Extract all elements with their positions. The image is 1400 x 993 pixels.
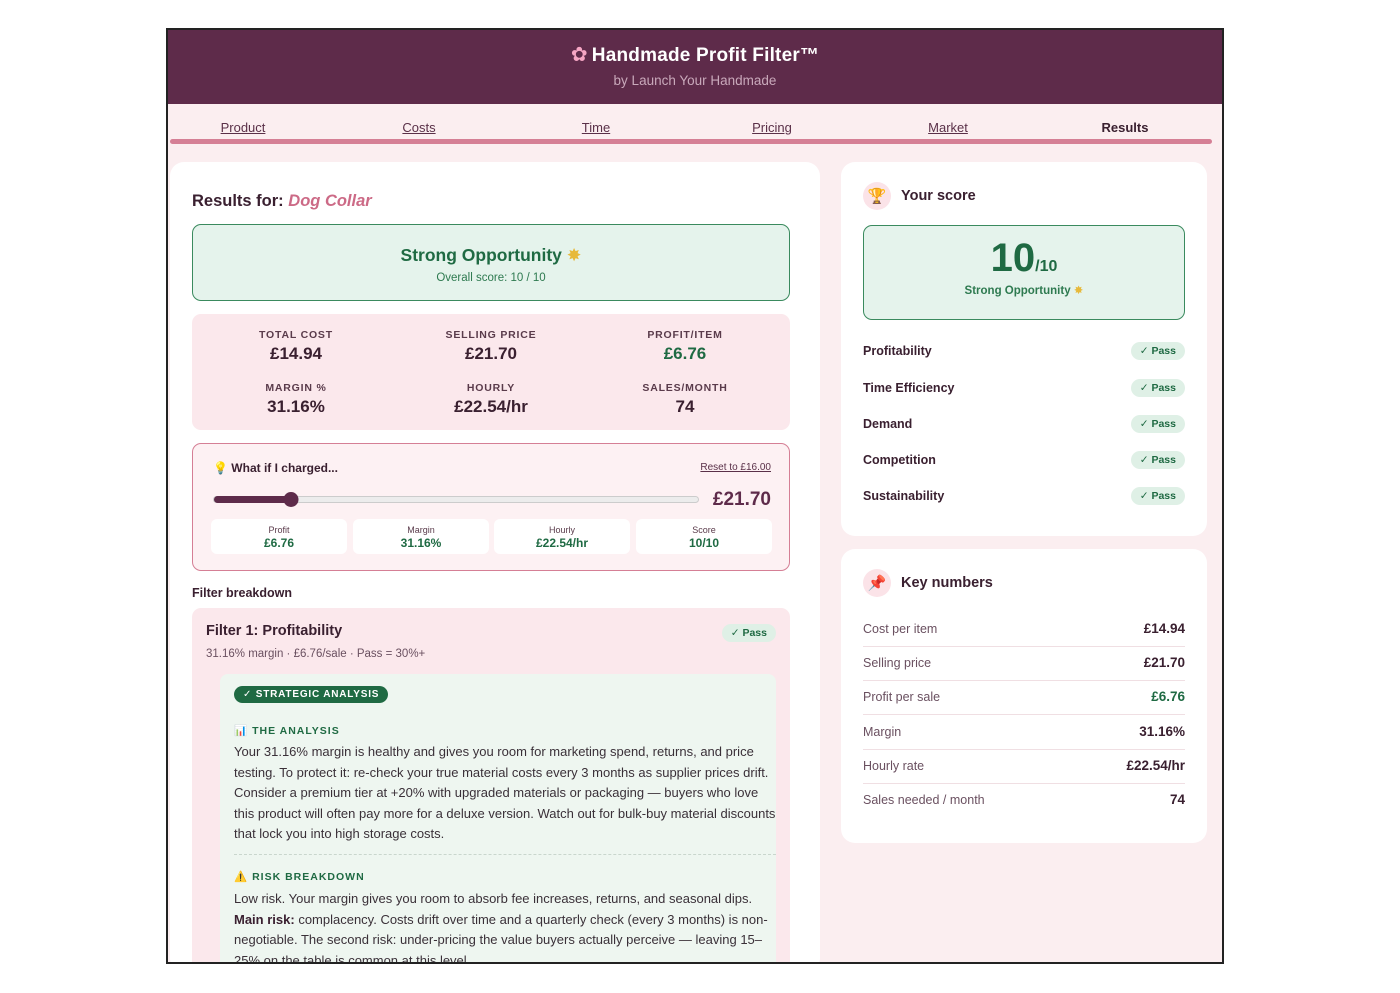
warning-icon: ⚠️ [234,871,249,883]
tab-time[interactable]: Time [582,120,610,135]
score-card: 🏆 Your score 10/10 Strong Opportunity ✸ … [841,162,1207,536]
score-card-heading: 🏆 Your score [863,182,976,210]
risk-text: Low risk. Your margin gives you room to … [234,891,768,964]
stat-margin: MARGIN % 31.16% [265,382,327,416]
stat-selling-price: SELLING PRICE £21.70 [445,329,537,363]
criterion-demand: Demand ✓ Pass [863,415,1185,433]
tab-pricing[interactable]: Pricing [752,120,792,135]
status-badge: ✓ Pass [1130,342,1185,360]
key-number-row: Profit per sale £6.76 [863,681,1185,715]
results-panel: Results for: Dog Collar Strong Opportuni… [170,162,820,962]
criterion-sustainability: Sustainability ✓ Pass [863,487,1185,505]
criterion-time-efficiency: Time Efficiency ✓ Pass [863,379,1185,397]
trophy-icon: 🏆 [863,182,891,210]
stat-hourly: HOURLY £22.54/hr [454,382,528,416]
pushpin-icon: 📌 [863,569,891,597]
filter-card-profitability[interactable]: Filter 1: Profitability ✓ Pass 31.16% ma… [192,608,790,962]
price-slider-fill [214,496,292,503]
score-label: Strong Opportunity ✸ [964,285,1084,297]
what-if-label: 💡 What if I charged... [213,461,338,475]
strategic-analysis: ✓ STRATEGIC ANALYSIS 📊 THE ANALYSIS Your … [220,674,776,962]
risk-heading: ⚠️ RISK BREAKDOWN [234,871,365,883]
lightbulb-icon: 💡 [213,461,228,475]
key-number-row: Cost per item £14.94 [863,613,1185,647]
score-box: 10/10 Strong Opportunity ✸ [863,225,1185,320]
sparkle-icon: ✸ [566,245,582,265]
flower-icon: ✿ [570,44,588,66]
key-numbers-heading: 📌 Key numbers [863,569,993,597]
sparkle-icon: ✸ [1073,285,1084,297]
stat-total-cost: TOTAL COST £14.94 [259,329,333,363]
filter-subtitle: 31.16% margin · £6.76/sale · Pass = 30%+ [206,648,426,660]
filter-title: Filter 1: Profitability [206,623,343,639]
tab-product[interactable]: Product [221,120,266,135]
stat-profit-item: PROFIT/ITEM £6.76 [647,329,723,363]
status-badge: ✓ Pass [1130,415,1185,433]
price-slider-thumb[interactable] [283,492,299,507]
reset-price-link[interactable]: Reset to £16.00 [700,462,771,473]
key-number-row: Selling price £21.70 [863,647,1185,681]
key-number-row: Margin 31.16% [863,716,1185,750]
score-value: 10/10 [990,236,1058,280]
verdict-box: Strong Opportunity ✸ Overall score: 10 /… [192,224,790,301]
tab-market[interactable]: Market [928,120,968,135]
tab-results[interactable]: Results [1102,120,1149,135]
strategic-analysis-badge: ✓ STRATEGIC ANALYSIS [234,686,389,703]
what-if-margin: Margin 31.16% [353,519,489,554]
status-badge: ✓ Pass [1130,487,1185,505]
stats-grid: TOTAL COST £14.94 SELLING PRICE £21.70 P… [192,314,790,430]
app-title: ✿ Handmade Profit Filter™ [570,44,820,66]
step-progress-bar [170,139,1212,144]
what-if-price: £21.70 [712,489,771,510]
criterion-competition: Competition ✓ Pass [863,451,1185,469]
analysis-content: ✓ STRATEGIC ANALYSIS 📊 THE ANALYSIS Your … [234,674,776,962]
status-badge: ✓ Pass [1130,379,1185,397]
status-badge: ✓ Pass [721,624,776,642]
what-if-score: Score 10/10 [636,519,772,554]
price-slider[interactable] [213,492,699,507]
app-subtitle: by Launch Your Handmade [613,73,777,88]
what-if-hourly: Hourly £22.54/hr [494,519,630,554]
section-divider [234,854,776,855]
what-if-panel: 💡 What if I charged... Reset to £16.00 £… [192,443,790,571]
what-if-profit: Profit £6.76 [211,519,347,554]
app-frame: ✿ Handmade Profit Filter™ by Launch Your … [166,28,1224,964]
key-number-row: Sales needed / month 74 [863,792,1185,807]
step-nav: Product Costs Time Pricing Market Result… [168,104,1222,144]
analysis-text: Your 31.16% margin is healthy and gives … [234,744,776,841]
key-number-row: Hourly rate £22.54/hr [863,750,1185,784]
analysis-heading: 📊 THE ANALYSIS [234,725,340,737]
filter-breakdown-heading: Filter breakdown [192,586,293,600]
verdict-title: Strong Opportunity ✸ [400,245,582,265]
stat-sales-month: SALES/MONTH 74 [642,382,728,416]
status-badge: ✓ Pass [1130,451,1185,469]
bar-chart-icon: 📊 [234,725,249,737]
key-numbers-card: 📌 Key numbers Cost per item £14.94 Selli… [841,549,1207,843]
product-name: Dog Collar [288,192,372,210]
app-header: ✿ Handmade Profit Filter™ by Launch Your … [168,30,1222,104]
tab-costs[interactable]: Costs [402,120,435,135]
verdict-subtitle: Overall score: 10 / 10 [436,272,546,284]
results-title: Results for: Dog Collar [192,192,372,210]
criterion-profitability: Profitability ✓ Pass [863,342,1185,360]
